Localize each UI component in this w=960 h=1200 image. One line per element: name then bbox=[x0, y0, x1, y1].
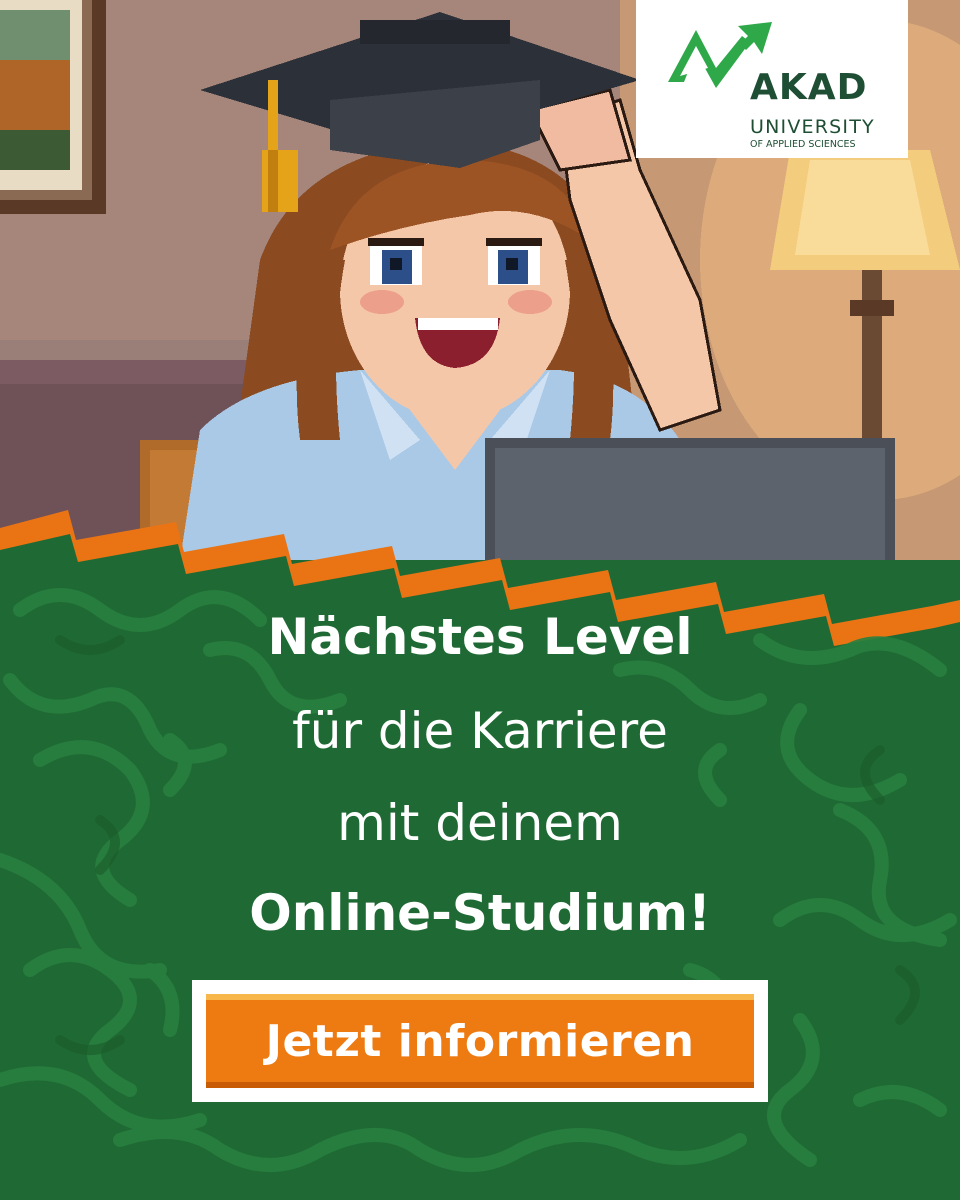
cta-button-face: Jetzt informieren bbox=[206, 994, 754, 1088]
logo-university: UNIVERSITY bbox=[750, 116, 875, 138]
headline-line-4: Online-Studium! bbox=[249, 884, 711, 942]
logo-brand: AKAD bbox=[750, 67, 868, 108]
headline-line-2: für die Karriere bbox=[292, 702, 668, 760]
akad-logo[interactable]: AKAD UNIVERSITY OF APPLIED SCIENCES bbox=[636, 0, 908, 158]
cta-button[interactable]: Jetzt informieren bbox=[192, 980, 768, 1102]
logo-applied-sciences: OF APPLIED SCIENCES bbox=[750, 139, 856, 150]
ad-banner[interactable]: AKAD UNIVERSITY OF APPLIED SCIENCES Näch… bbox=[0, 0, 960, 1200]
cta-button-label: Jetzt informieren bbox=[265, 1015, 695, 1067]
headline-line-1: Nächstes Level bbox=[267, 608, 693, 666]
headline-line-3: mit deinem bbox=[337, 794, 623, 852]
